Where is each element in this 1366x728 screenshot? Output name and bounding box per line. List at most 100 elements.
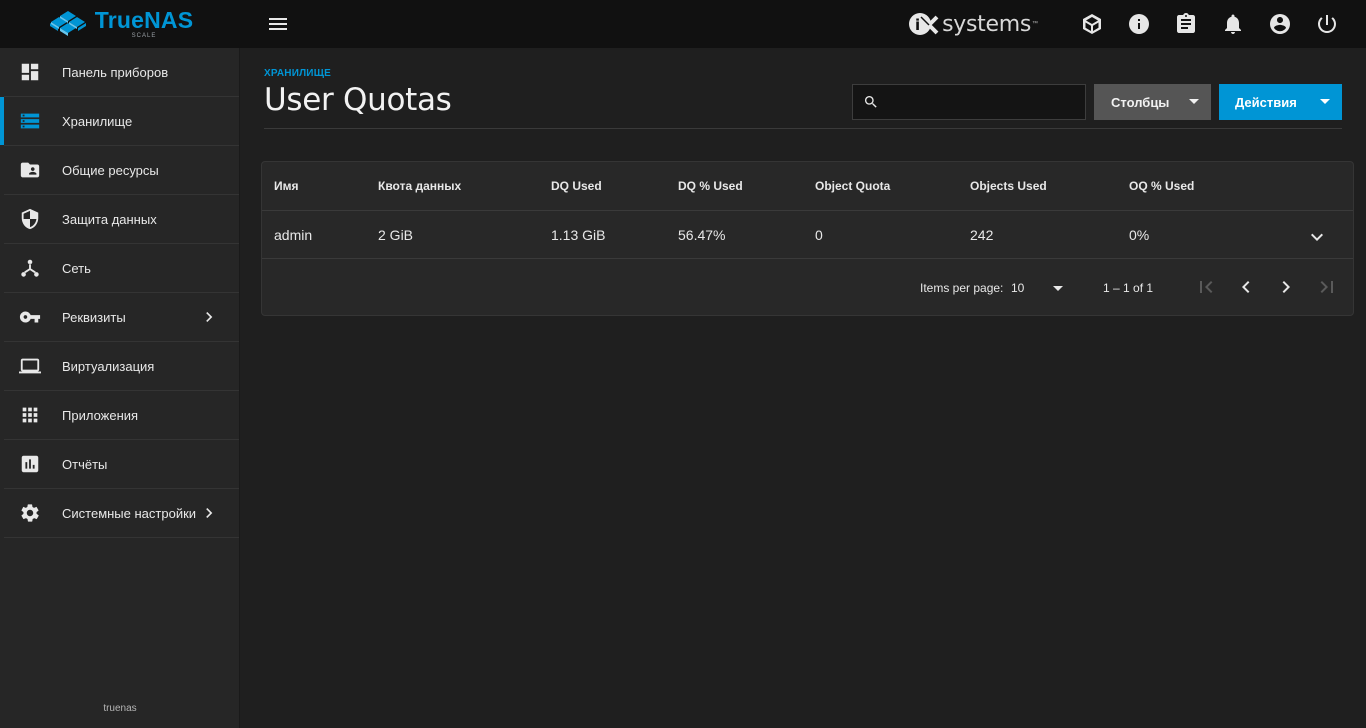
alerts-button[interactable] (1209, 0, 1256, 48)
first-page-icon (1200, 281, 1213, 293)
storage-icon (18, 109, 42, 133)
first-page-button[interactable] (1194, 275, 1218, 299)
columns-button[interactable]: Столбцы (1094, 84, 1211, 120)
cell-object-quota: 0 (815, 226, 823, 243)
account-button[interactable] (1256, 0, 1303, 48)
next-page-button[interactable] (1274, 275, 1298, 299)
search-box[interactable] (852, 84, 1086, 120)
sidebar-item-label: Панель приборов (62, 64, 169, 80)
table-row[interactable]: admin 2 GiB 1.13 GiB 56.47% 0 242 0% (262, 211, 1353, 259)
sidebar-item-reports[interactable]: Отчёты (4, 440, 239, 489)
reports-icon (18, 452, 42, 476)
svg-text:i: i (915, 16, 920, 34)
paginator: Items per page: 10 1 – 1 of 1 (262, 259, 1353, 316)
menu-toggle-button[interactable] (264, 10, 292, 38)
brand-logo[interactable]: TrueNAS SCALE (0, 0, 240, 48)
column-header-data-quota[interactable]: Квота данных (378, 162, 461, 210)
search-input[interactable] (885, 87, 1085, 117)
power-button[interactable] (1303, 0, 1350, 48)
actions-button-label: Действия (1235, 94, 1297, 110)
page-title: User Quotas (264, 82, 452, 118)
sidebar-item-label: Защита данных (62, 211, 157, 227)
truecommand-icon (1082, 14, 1101, 34)
sidebar: Панель приборов Хранилище Общие ресурсы … (0, 48, 240, 728)
laptop-icon (18, 354, 42, 378)
apps-grid-icon (18, 403, 42, 427)
sidebar-item-label: Реквизиты (62, 309, 126, 325)
column-header-dq-used[interactable]: DQ Used (551, 162, 602, 210)
sidebar-item-shares[interactable]: Общие ресурсы (4, 146, 239, 195)
chevron-right-icon (1282, 281, 1290, 293)
search-icon (865, 96, 877, 108)
column-header-objects-used[interactable]: Objects Used (970, 162, 1047, 210)
caret-down-icon (1189, 99, 1199, 104)
previous-page-button[interactable] (1234, 275, 1258, 299)
sidebar-item-virtualization[interactable]: Виртуализация (4, 342, 239, 391)
title-divider (264, 128, 1342, 129)
last-page-button[interactable] (1315, 275, 1339, 299)
clipboard-icon (1176, 13, 1195, 33)
gear-icon (18, 501, 42, 525)
sidebar-item-credentials[interactable]: Реквизиты (4, 293, 239, 342)
ixsystems-logo[interactable]: i systems ™ (907, 11, 1038, 37)
dashboard-icon (18, 60, 42, 84)
vendor-text: systems (942, 11, 1031, 37)
power-icon (1317, 15, 1336, 33)
info-button[interactable] (1115, 0, 1162, 48)
shares-icon (18, 158, 42, 182)
hostname: truenas (103, 703, 137, 714)
chevron-down-icon (1311, 233, 1323, 241)
columns-button-label: Столбцы (1111, 94, 1170, 110)
sidebar-item-label: Общие ресурсы (62, 162, 159, 178)
vendor-trademark: ™ (1032, 21, 1038, 27)
truecommand-button[interactable] (1068, 0, 1115, 48)
chevron-right-icon (199, 503, 219, 523)
sidebar-item-label: Сеть (62, 260, 91, 276)
cell-objects-used: 242 (970, 226, 994, 243)
cell-data-quota: 2 GiB (378, 226, 414, 243)
hamburger-icon (269, 18, 287, 30)
truenas-logo-icon (49, 11, 86, 36)
sidebar-item-label: Системные настройки (62, 505, 197, 521)
account-icon (1269, 14, 1290, 34)
sidebar-item-dashboard[interactable]: Панель приборов (4, 48, 239, 97)
column-header-name[interactable]: Имя (274, 162, 299, 210)
column-header-dq-percent-used[interactable]: DQ % Used (678, 162, 743, 210)
chevron-right-icon (199, 307, 219, 327)
sidebar-item-label: Хранилище (62, 113, 133, 129)
cell-dq-used: 1.13 GiB (551, 226, 606, 243)
sidebar-item-label: Приложения (62, 407, 139, 423)
breadcrumb[interactable]: ХРАНИЛИЩЕ (264, 68, 331, 79)
sidebar-item-storage[interactable]: Хранилище (0, 97, 239, 146)
column-header-oq-percent-used[interactable]: OQ % Used (1129, 162, 1194, 210)
page-size-value: 10 (1011, 281, 1025, 295)
sidebar-item-label: Виртуализация (62, 358, 155, 374)
sidebar-item-system-settings[interactable]: Системные настройки (4, 489, 239, 538)
quotas-table-card: Имя Квота данных DQ Used DQ % Used Objec… (261, 161, 1354, 316)
page-size-select[interactable]: 10 (1011, 274, 1091, 302)
column-header-object-quota[interactable]: Object Quota (815, 162, 890, 210)
items-per-page-label: Items per page: (920, 281, 1004, 295)
cell-oq-percent-used: 0% (1129, 226, 1150, 243)
top-toolbar: TrueNAS SCALE i systems ™ (0, 0, 1366, 48)
network-icon (18, 256, 42, 280)
sidebar-item-data-protection[interactable]: Защита данных (4, 195, 239, 244)
expand-row-button[interactable] (1305, 225, 1329, 249)
sidebar-item-apps[interactable]: Приложения (4, 391, 239, 440)
shield-icon (18, 207, 42, 231)
info-icon (1128, 14, 1149, 34)
brand-subtitle: SCALE (131, 33, 157, 39)
chevron-left-icon (1242, 281, 1250, 293)
ix-logo-icon: i (909, 13, 939, 35)
caret-down-icon (1053, 286, 1063, 291)
jobs-button[interactable] (1162, 0, 1209, 48)
key-icon (18, 305, 42, 329)
table-header-row: Имя Квота данных DQ Used DQ % Used Objec… (262, 162, 1353, 211)
brand-name: TrueNAS (94, 7, 194, 33)
cell-dq-percent-used: 56.47% (678, 226, 726, 243)
cell-name: admin (274, 226, 313, 243)
last-page-icon (1320, 281, 1333, 293)
caret-down-icon (1320, 99, 1330, 104)
actions-button[interactable]: Действия (1219, 84, 1342, 120)
sidebar-item-network[interactable]: Сеть (4, 244, 239, 293)
